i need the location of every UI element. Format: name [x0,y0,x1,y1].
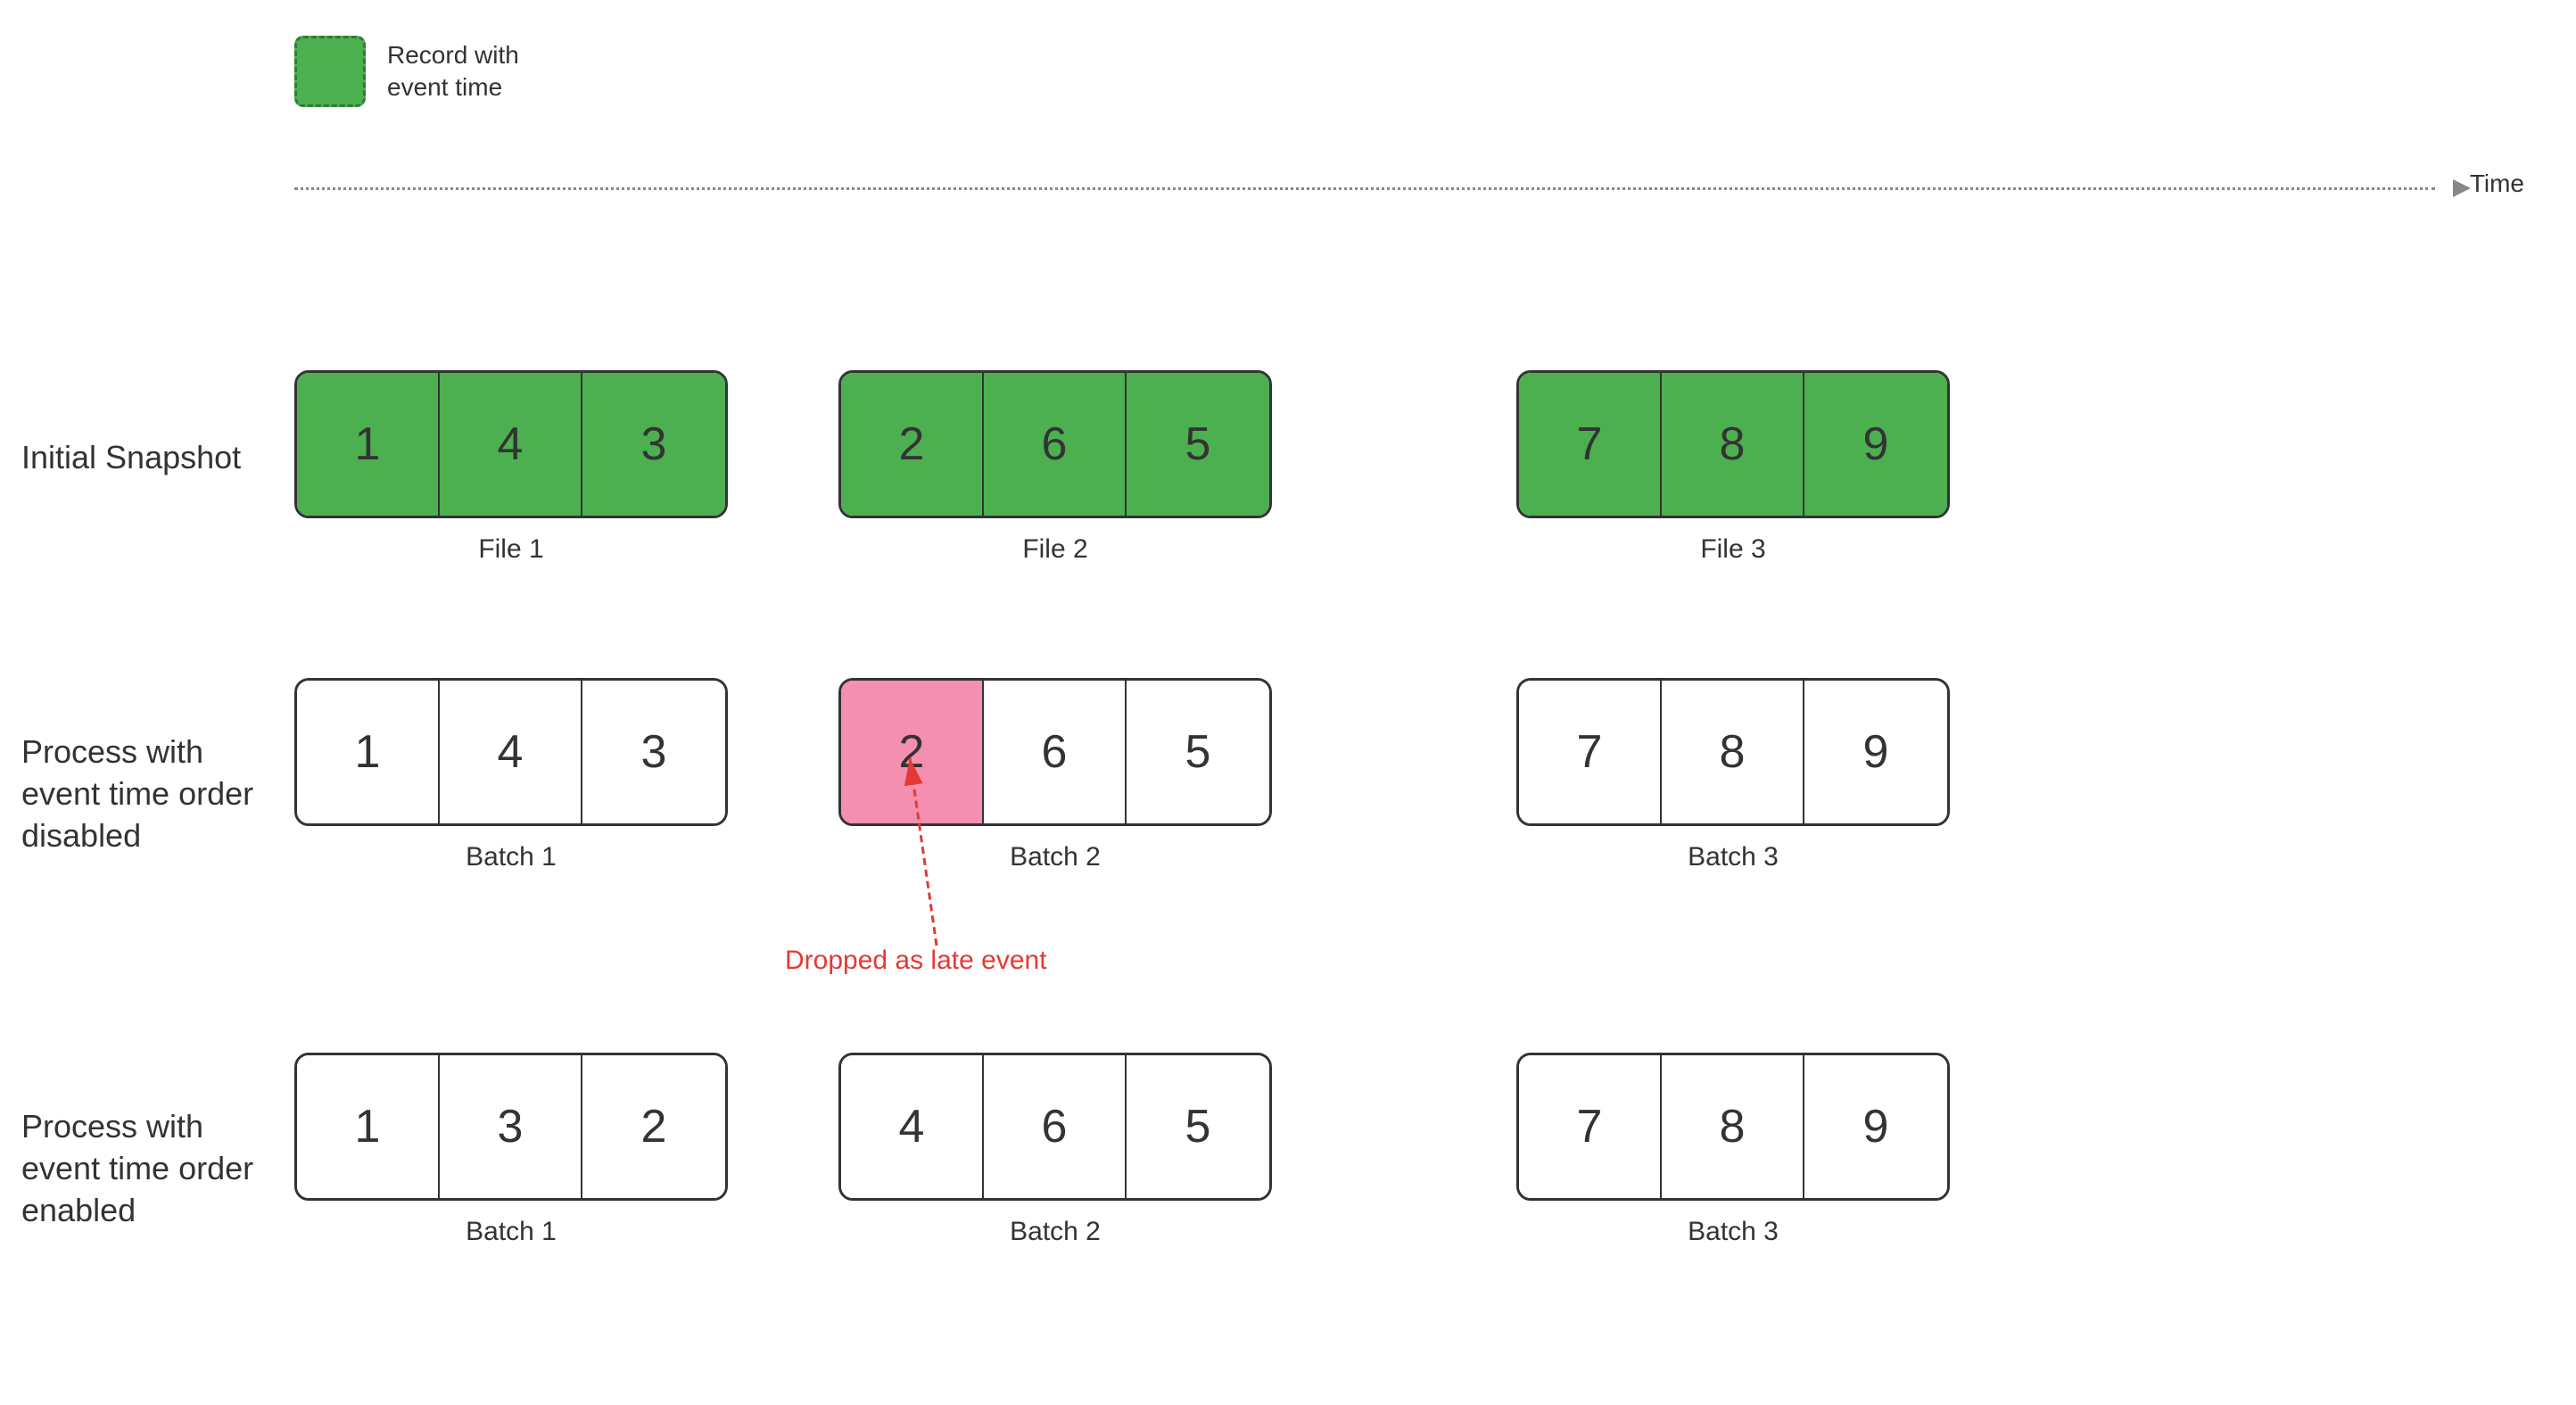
initial-snapshot-label: Initial Snapshot [21,437,280,479]
legend-label: Record with event time [387,39,519,104]
batch2-label: Batch 2 [1010,842,1101,872]
file2-label: File 2 [1022,534,1087,565]
enabled-label: Process with event time order enabled [21,1106,280,1231]
legend: Record with event time [294,36,519,107]
disabled-batch1-records: 1 4 3 [294,678,728,826]
record: 8 [1662,373,1804,516]
timeline-arrow [2453,179,2471,197]
record: 9 [1804,373,1947,516]
record: 2 [841,373,984,516]
enabled-batch3-group: 7 8 9 Batch 3 [1516,1053,1950,1247]
record: 5 [1127,681,1269,823]
disabled-batch1-group: 1 4 3 Batch 1 [294,678,728,872]
record: 6 [984,1055,1127,1198]
disabled-batch3-records: 7 8 9 [1516,678,1950,826]
enabled-batch1-records: 1 3 2 [294,1053,728,1201]
record: 1 [297,681,440,823]
file3-label: File 3 [1700,534,1765,565]
initial-file2-records: 2 6 5 [838,370,1272,518]
timeline-label: Time [2470,169,2524,198]
record: 7 [1519,373,1662,516]
record: 5 [1127,1055,1269,1198]
initial-file3-records: 7 8 9 [1516,370,1950,518]
initial-file3-group: 7 8 9 File 3 [1516,370,1950,565]
record: 3 [582,373,725,516]
dropped-arrow-svg [883,749,990,955]
record: 6 [984,373,1127,516]
record: 6 [984,681,1127,823]
record: 4 [841,1055,984,1198]
batch3-label: Batch 3 [1688,842,1779,872]
record: 3 [582,681,725,823]
enabled-batch3-records: 7 8 9 [1516,1053,1950,1201]
record: 9 [1804,1055,1947,1198]
record: 8 [1662,1055,1804,1198]
record: 7 [1519,1055,1662,1198]
legend-record-box [294,36,366,107]
enabled-batch2-label: Batch 2 [1010,1217,1101,1247]
record: 4 [440,373,582,516]
timeline: Time [294,178,2471,196]
diagram-container: Record with event time Time Initial Snap… [0,0,2576,1405]
initial-file1-group: 1 4 3 File 1 [294,370,728,565]
record: 7 [1519,681,1662,823]
timeline-line [294,187,2435,190]
enabled-batch2-group: 4 6 5 Batch 2 [838,1053,1272,1247]
record: 1 [297,1055,440,1198]
enabled-batch1-group: 1 3 2 Batch 1 [294,1053,728,1247]
enabled-batch1-label: Batch 1 [466,1217,557,1247]
record: 1 [297,373,440,516]
record: 3 [440,1055,582,1198]
initial-file2-group: 2 6 5 File 2 [838,370,1272,565]
disabled-label: Process with event time order disabled [21,731,280,856]
record: 8 [1662,681,1804,823]
enabled-batch2-records: 4 6 5 [838,1053,1272,1201]
file1-label: File 1 [478,534,543,565]
record: 4 [440,681,582,823]
record: 2 [582,1055,725,1198]
record: 9 [1804,681,1947,823]
record: 5 [1127,373,1269,516]
enabled-batch3-label: Batch 3 [1688,1217,1779,1247]
initial-file1-records: 1 4 3 [294,370,728,518]
batch1-label: Batch 1 [466,842,557,872]
disabled-batch3-group: 7 8 9 Batch 3 [1516,678,1950,872]
